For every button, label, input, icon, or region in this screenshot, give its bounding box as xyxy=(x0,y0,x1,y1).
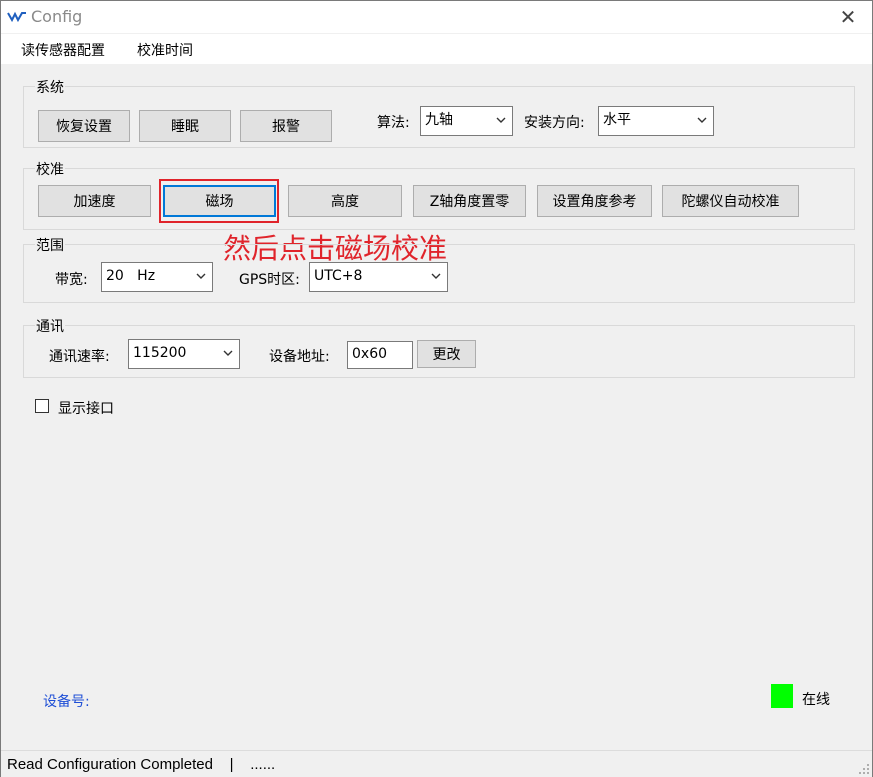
status-bar: Read Configuration Completed | ...... xyxy=(1,750,872,777)
menu-read-sensor-config[interactable]: 读传感器配置 xyxy=(21,40,105,60)
orientation-select[interactable]: 水平 xyxy=(598,106,714,136)
calibrate-height-button[interactable]: 高度 xyxy=(288,185,402,217)
orientation-value: 水平 xyxy=(603,112,631,128)
baud-rate-label: 通讯速率: xyxy=(49,349,110,365)
menu-calibrate-time[interactable]: 校准时间 xyxy=(137,40,193,60)
sleep-button[interactable]: 睡眠 xyxy=(139,110,231,142)
set-angle-reference-button[interactable]: 设置角度参考 xyxy=(537,185,652,217)
chevron-down-icon xyxy=(223,350,233,356)
chevron-down-icon xyxy=(196,273,206,279)
bandwidth-select[interactable]: 20 Hz xyxy=(101,262,213,292)
calibrate-accel-button[interactable]: 加速度 xyxy=(38,185,151,217)
online-indicator xyxy=(771,684,793,708)
algorithm-label: 算法: xyxy=(377,115,410,131)
chevron-down-icon xyxy=(697,117,707,123)
resize-grip-icon[interactable] xyxy=(858,763,870,775)
baud-rate-value: 115200 xyxy=(133,345,187,361)
config-window: Config ✕ 读传感器配置 校准时间 系统 恢复设置 睡眠 报警 算法: 九… xyxy=(0,0,873,777)
menu-bar: 读传感器配置 校准时间 xyxy=(1,34,872,64)
algorithm-value: 九轴 xyxy=(425,112,453,128)
title-bar: Config ✕ xyxy=(1,1,872,33)
show-interface-label: 显示接口 xyxy=(58,401,114,417)
close-icon[interactable]: ✕ xyxy=(836,5,860,29)
window-title: Config xyxy=(31,7,83,26)
bandwidth-label: 带宽: xyxy=(55,272,88,288)
gps-timezone-select[interactable]: UTC+8 xyxy=(309,262,448,292)
device-number-label: 设备号: xyxy=(43,694,90,710)
gyro-auto-calibrate-button[interactable]: 陀螺仪自动校准 xyxy=(662,185,799,217)
gps-timezone-label: GPS时区: xyxy=(239,272,300,288)
chevron-down-icon xyxy=(496,117,506,123)
comm-group-label: 通讯 xyxy=(35,316,65,336)
wt-logo-icon xyxy=(7,11,26,22)
alarm-button[interactable]: 报警 xyxy=(240,110,332,142)
z-axis-zero-button[interactable]: Z轴角度置零 xyxy=(413,185,526,217)
show-interface-checkbox[interactable] xyxy=(35,399,49,413)
calibration-group-label: 校准 xyxy=(35,159,65,179)
range-group-label: 范围 xyxy=(35,235,65,255)
status-text: Read Configuration Completed | ...... xyxy=(7,756,276,773)
online-label: 在线 xyxy=(802,692,830,708)
system-group-label: 系统 xyxy=(35,77,65,97)
calibrate-magnetic-button[interactable]: 磁场 xyxy=(163,185,276,217)
chevron-down-icon xyxy=(431,273,441,279)
algorithm-select[interactable]: 九轴 xyxy=(420,106,513,136)
restore-settings-button[interactable]: 恢复设置 xyxy=(38,110,130,142)
device-address-label: 设备地址: xyxy=(269,349,330,365)
orientation-label: 安装方向: xyxy=(524,115,585,131)
bandwidth-value: 20 Hz xyxy=(106,268,156,284)
gps-timezone-value: UTC+8 xyxy=(314,268,363,284)
change-address-button[interactable]: 更改 xyxy=(417,340,476,368)
device-address-input[interactable]: 0x60 xyxy=(347,341,413,369)
baud-rate-select[interactable]: 115200 xyxy=(128,339,240,369)
